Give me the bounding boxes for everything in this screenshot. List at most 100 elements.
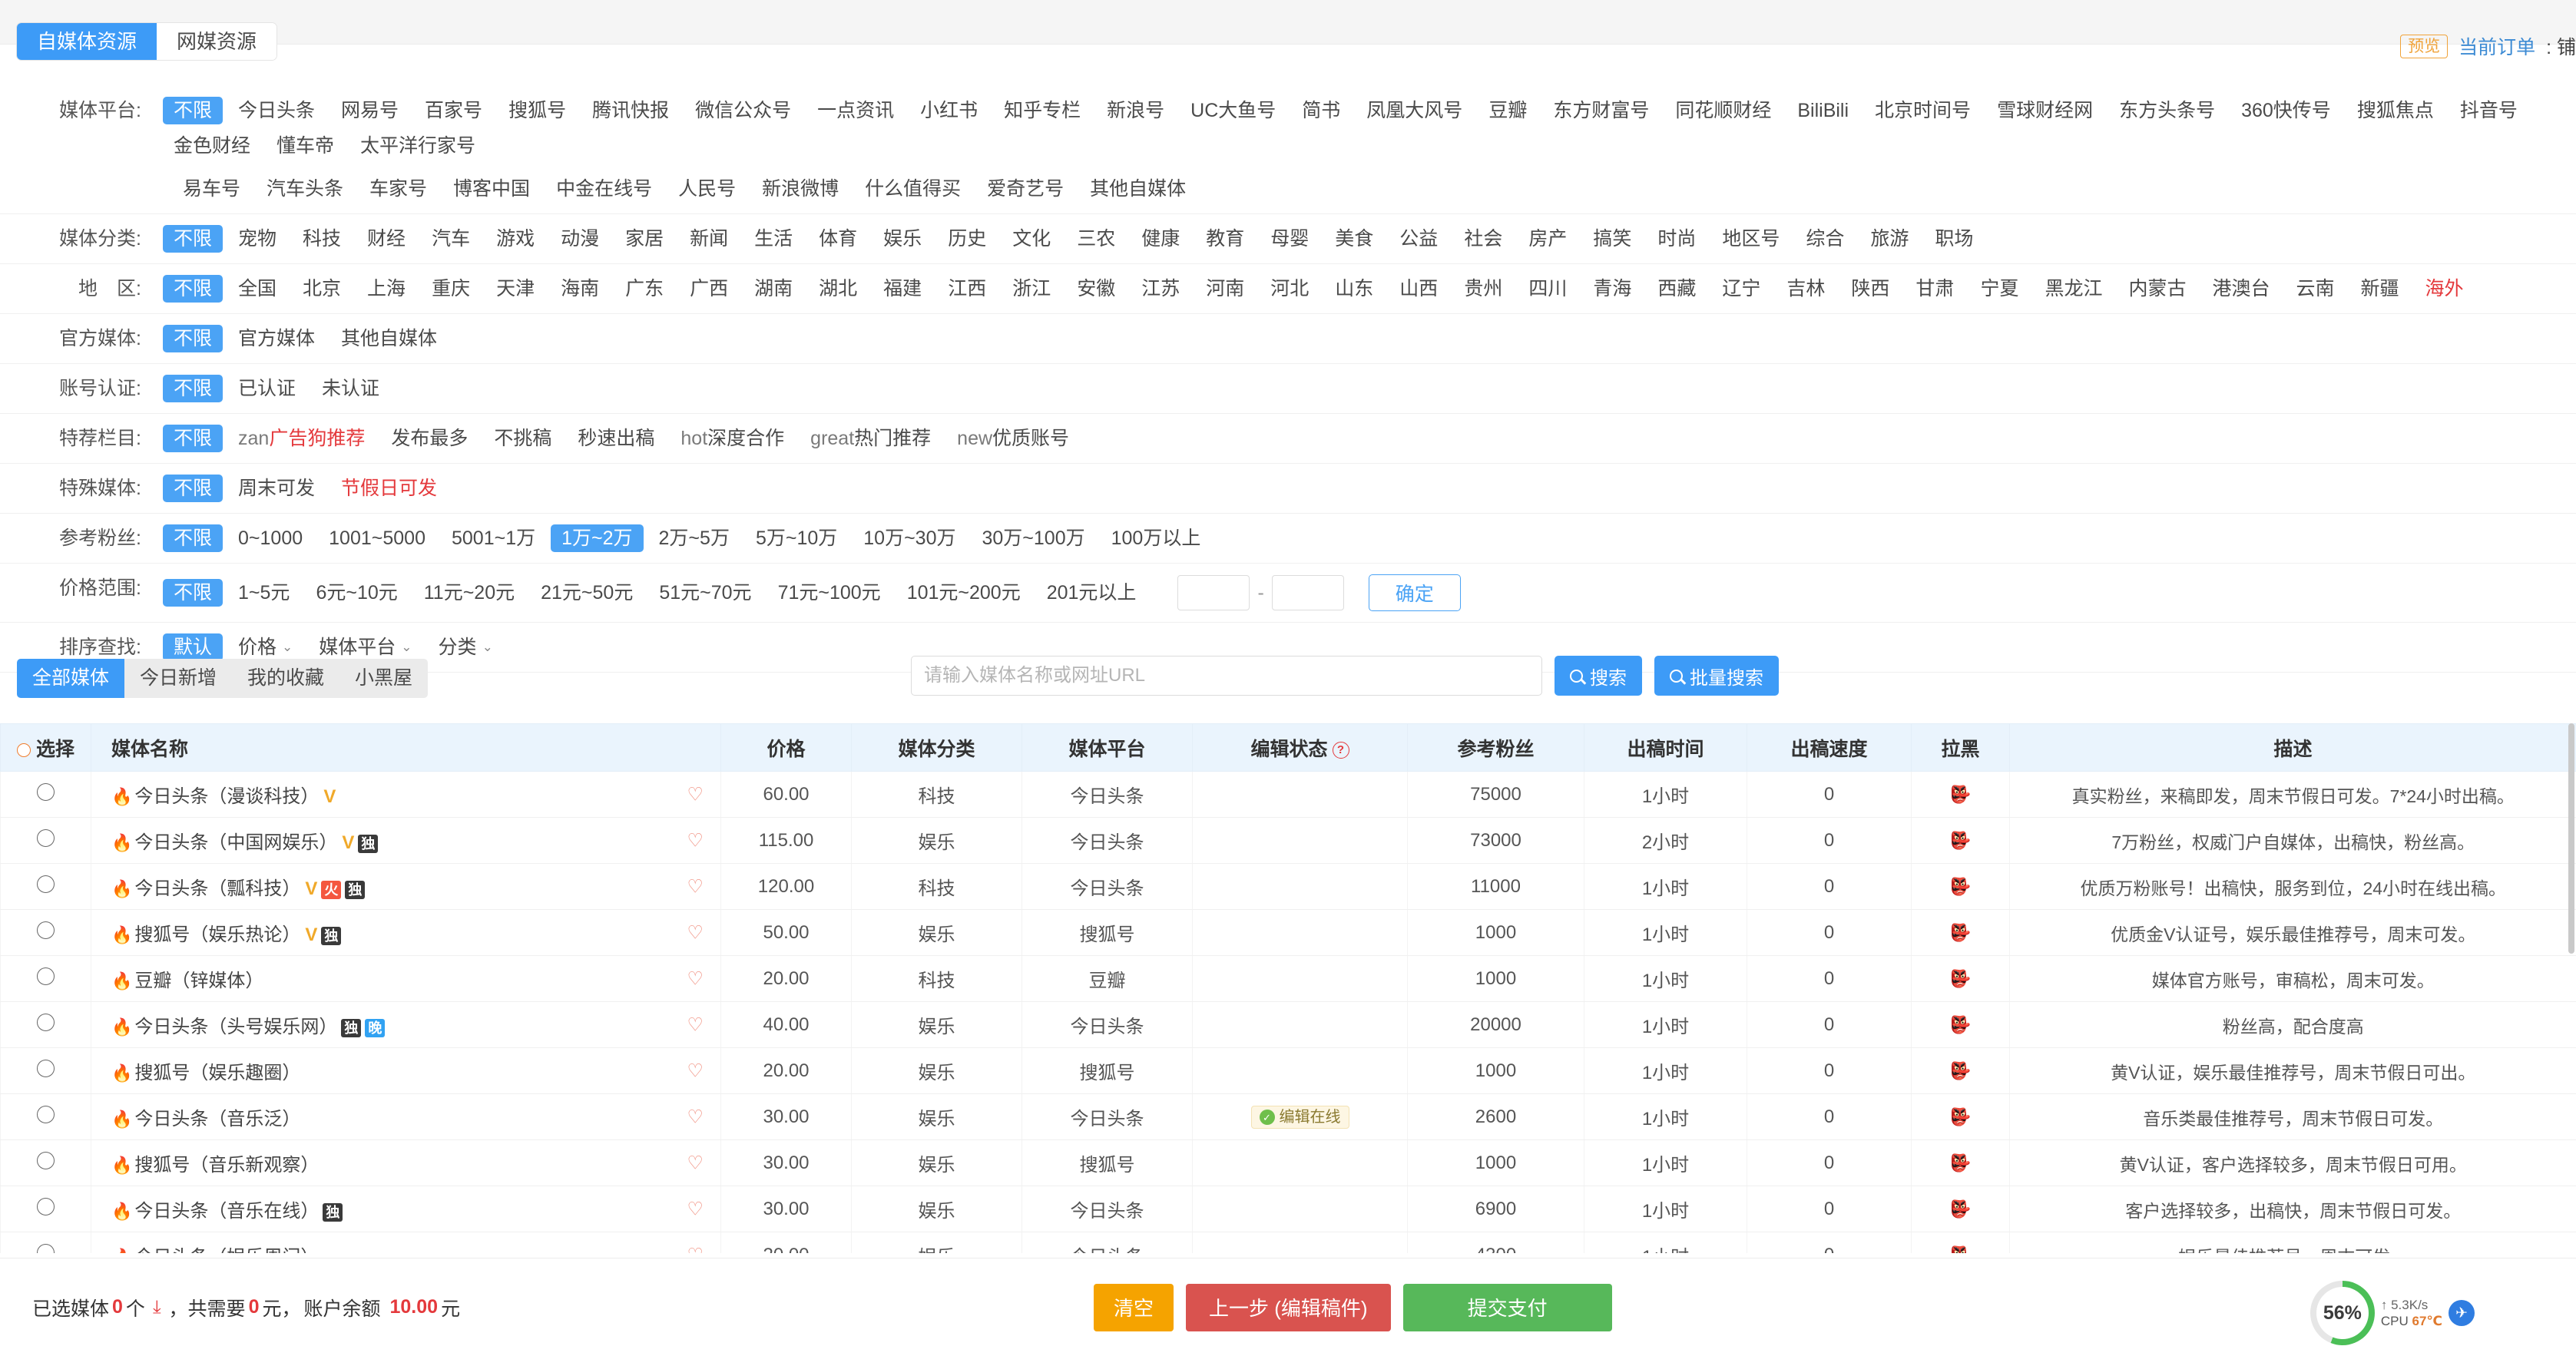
column-header-speed[interactable]: 出稿速度 bbox=[1747, 723, 1912, 772]
filter-chip-region-12[interactable]: 浙江 bbox=[1002, 275, 1061, 303]
sort-option-price[interactable]: 价格 ⌄ bbox=[227, 633, 303, 661]
column-header-category[interactable]: 媒体分类 bbox=[851, 723, 1022, 772]
blacklist-icon[interactable]: 👺 bbox=[1950, 923, 1971, 942]
filter-chip-category-7[interactable]: 新闻 bbox=[679, 225, 739, 253]
favorite-heart-icon[interactable]: ♡ bbox=[687, 1152, 704, 1174]
row-radio-icon[interactable] bbox=[37, 828, 55, 847]
filter-chip-fans-4[interactable]: 2万~5万 bbox=[648, 524, 740, 552]
row-select-cell[interactable] bbox=[0, 1047, 91, 1094]
filter-chip-platform-12[interactable]: 凤凰大风号 bbox=[1356, 97, 1473, 124]
clear-button[interactable]: 清空 bbox=[1094, 1283, 1174, 1331]
filter-chip-region-1[interactable]: 北京 bbox=[292, 275, 352, 303]
favorite-heart-icon[interactable]: ♡ bbox=[687, 1060, 704, 1082]
filter-chip-region-10[interactable]: 福建 bbox=[872, 275, 932, 303]
table-row[interactable]: 🔥 今日头条（漫谈科技） V ♡ 60.00 科技 今日头条 75000 1小时 0 👺 真实粉丝，来… bbox=[0, 771, 2576, 818]
row-name-cell[interactable]: 🔥 今日头条（漫谈科技） V ♡ bbox=[91, 771, 721, 818]
filter-chip-platform-35[interactable]: 其他自媒体 bbox=[1079, 175, 1197, 203]
filter-chip-platform-20[interactable]: 360快传号 bbox=[2230, 97, 2342, 124]
filter-chip-category-19[interactable]: 社会 bbox=[1453, 225, 1513, 253]
filter-chip-region-5[interactable]: 海南 bbox=[550, 275, 610, 303]
search-button[interactable]: 搜索 bbox=[1555, 656, 1642, 696]
filter-chip-category-26[interactable]: 职场 bbox=[1924, 225, 1984, 253]
filter-chip-fans-1[interactable]: 1001~5000 bbox=[318, 524, 436, 552]
row-select-cell[interactable] bbox=[0, 1186, 91, 1232]
filter-chip-platform-21[interactable]: 搜狐焦点 bbox=[2346, 97, 2445, 124]
filter-chip-region-17[interactable]: 山东 bbox=[1324, 275, 1384, 303]
filter-chip-platform-4[interactable]: 腾讯快报 bbox=[581, 97, 680, 124]
favorite-heart-icon[interactable]: ♡ bbox=[687, 783, 704, 805]
row-blacklist-cell[interactable]: 👺 bbox=[1911, 1093, 2010, 1140]
filter-chip-category-13[interactable]: 三农 bbox=[1066, 225, 1126, 253]
filter-chip-platform-24[interactable]: 懂车帝 bbox=[266, 132, 345, 160]
favorite-heart-icon[interactable]: ♡ bbox=[687, 967, 704, 990]
filter-chip-platform-7[interactable]: 小红书 bbox=[909, 97, 988, 124]
filter-chip-price-1[interactable]: 6元~10元 bbox=[305, 579, 408, 607]
price-max-input[interactable] bbox=[1271, 575, 1344, 610]
row-select-cell[interactable] bbox=[0, 955, 91, 1002]
table-row[interactable]: 🔥 今日头条（瓢科技） V 火独 ♡ 120.00 科技 今日头条 11000 1小时 0 👺 优质万粉… bbox=[0, 863, 2576, 910]
row-radio-icon[interactable] bbox=[37, 1059, 55, 1077]
filter-chip-region-21[interactable]: 青海 bbox=[1582, 275, 1642, 303]
filter-chip-fans-unlimited[interactable]: 不限 bbox=[163, 524, 223, 552]
filter-chip-certification-1[interactable]: 未认证 bbox=[311, 375, 390, 402]
table-row[interactable]: 🔥 今日头条（音乐泛） ♡ 30.00 娱乐 今日头条 ✓ 编辑在线 2600 1小时 0 👺 音乐类最… bbox=[0, 1093, 2576, 1140]
filter-chip-region-6[interactable]: 广东 bbox=[614, 275, 674, 303]
filter-chip-region-18[interactable]: 山西 bbox=[1389, 275, 1449, 303]
row-select-cell[interactable] bbox=[0, 1232, 91, 1253]
filter-chip-fans-0[interactable]: 0~1000 bbox=[227, 524, 313, 552]
row-blacklist-cell[interactable]: 👺 bbox=[1911, 1139, 2010, 1186]
filter-chip-category-10[interactable]: 娱乐 bbox=[872, 225, 932, 253]
row-select-cell[interactable] bbox=[0, 909, 91, 956]
favorite-heart-icon[interactable]: ♡ bbox=[687, 1014, 704, 1036]
filter-chip-platform-30[interactable]: 中金在线号 bbox=[545, 175, 663, 203]
filter-chip-region-19[interactable]: 贵州 bbox=[1453, 275, 1513, 303]
sort-option-platform[interactable]: 媒体平台 ⌄ bbox=[308, 633, 422, 661]
filter-chip-price-7[interactable]: 201元以上 bbox=[1036, 579, 1147, 607]
filter-chip-category-9[interactable]: 体育 bbox=[808, 225, 868, 253]
filter-chip-category-18[interactable]: 公益 bbox=[1389, 225, 1449, 253]
row-name-cell[interactable]: 🔥 今日头条（音乐泛） ♡ bbox=[91, 1093, 721, 1140]
submit-payment-button[interactable]: 提交支付 bbox=[1402, 1283, 1612, 1331]
table-row[interactable]: 🔥 搜狐号（娱乐趣圈） ♡ 20.00 娱乐 搜狐号 1000 1小时 0 👺 黄V认证，娱乐最佳推… bbox=[0, 1047, 2576, 1094]
filter-chip-platform-33[interactable]: 什么值得买 bbox=[854, 175, 972, 203]
filter-chip-category-17[interactable]: 美食 bbox=[1324, 225, 1384, 253]
row-name-cell[interactable]: 🔥 豆瓣（锌媒体） ♡ bbox=[91, 955, 721, 1002]
filter-chip-fans-8[interactable]: 100万以上 bbox=[1101, 524, 1212, 552]
row-blacklist-cell[interactable]: 👺 bbox=[1911, 1001, 2010, 1048]
row-radio-icon[interactable] bbox=[37, 1013, 55, 1031]
filter-chip-category-8[interactable]: 生活 bbox=[743, 225, 803, 253]
filter-chip-platform-23[interactable]: 金色财经 bbox=[163, 132, 261, 160]
filter-chip-platform-26[interactable]: 易车号 bbox=[172, 175, 251, 203]
row-radio-icon[interactable] bbox=[37, 967, 55, 985]
filter-chip-category-23[interactable]: 地区号 bbox=[1711, 225, 1790, 253]
row-name-cell[interactable]: 🔥 搜狐号（娱乐热论） V 独 ♡ bbox=[91, 909, 721, 956]
filter-chip-region-25[interactable]: 陕西 bbox=[1840, 275, 1900, 303]
filter-chip-category-3[interactable]: 汽车 bbox=[421, 225, 481, 253]
media-tab-blacklist[interactable]: 小黑屋 bbox=[339, 659, 428, 698]
filter-chip-platform-5[interactable]: 微信公众号 bbox=[684, 97, 802, 124]
preview-badge[interactable]: 预览 bbox=[2400, 34, 2449, 58]
media-tab-favorites[interactable]: 我的收藏 bbox=[232, 659, 339, 698]
filter-chip-category-20[interactable]: 房产 bbox=[1518, 225, 1578, 253]
filter-chip-special-unlimited[interactable]: 不限 bbox=[163, 475, 223, 502]
filter-chip-platform-16[interactable]: BiliBili bbox=[1786, 97, 1859, 124]
filter-chip-region-30[interactable]: 港澳台 bbox=[2201, 275, 2280, 303]
filter-chip-platform-28[interactable]: 车家号 bbox=[359, 175, 438, 203]
filter-chip-platform-32[interactable]: 新浪微博 bbox=[751, 175, 849, 203]
blacklist-icon[interactable]: 👺 bbox=[1950, 877, 1971, 896]
filter-chip-price-0[interactable]: 1~5元 bbox=[227, 579, 300, 607]
column-header-pub-time[interactable]: 出稿时间 bbox=[1584, 723, 1747, 772]
blacklist-icon[interactable]: 👺 bbox=[1950, 1199, 1971, 1219]
tab-self-media[interactable]: 自媒体资源 bbox=[17, 23, 157, 60]
filter-chip-featured-5[interactable]: great热门推荐 bbox=[800, 425, 942, 452]
filter-chip-platform-18[interactable]: 雪球财经网 bbox=[1986, 97, 2104, 124]
filter-chip-featured-1[interactable]: 发布最多 bbox=[380, 425, 478, 452]
row-radio-icon[interactable] bbox=[37, 782, 55, 801]
filter-chip-region-33[interactable]: 海外 bbox=[2415, 275, 2475, 303]
filter-chip-platform-3[interactable]: 搜狐号 bbox=[498, 97, 577, 124]
filter-chip-region-9[interactable]: 湖北 bbox=[808, 275, 868, 303]
row-select-cell[interactable] bbox=[0, 1001, 91, 1048]
row-blacklist-cell[interactable]: 👺 bbox=[1911, 1047, 2010, 1094]
filter-chip-category-unlimited[interactable]: 不限 bbox=[163, 225, 223, 253]
filter-chip-region-29[interactable]: 内蒙古 bbox=[2117, 275, 2197, 303]
